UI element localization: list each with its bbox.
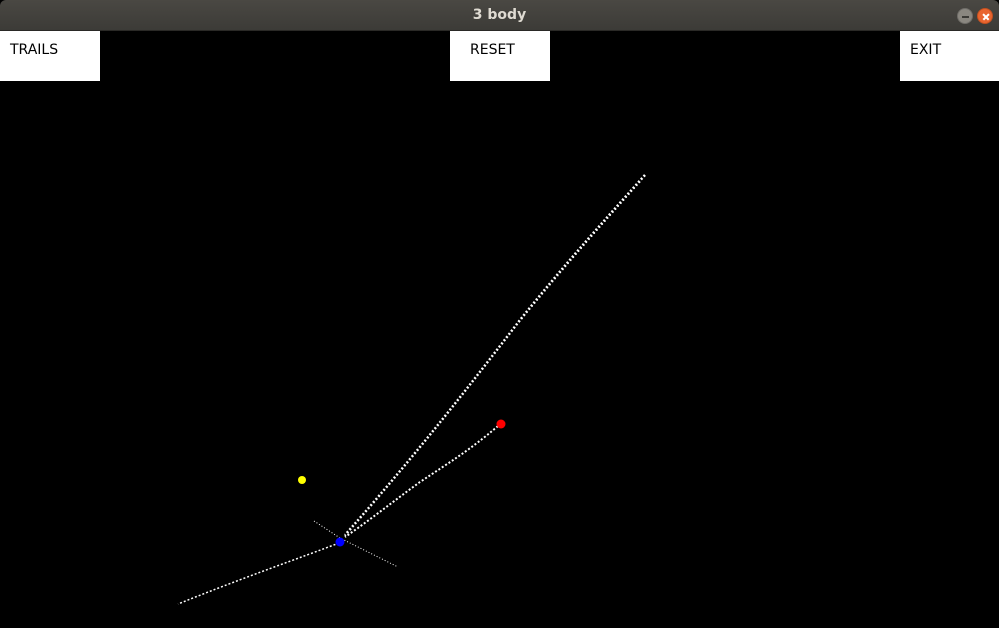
trail-long-inner [342, 181, 641, 539]
trail-red [344, 425, 499, 538]
trails-button[interactable]: TRAILS [0, 31, 100, 81]
reset-button[interactable]: RESET [450, 31, 550, 81]
body-yellow [298, 476, 306, 484]
body-blue [335, 537, 345, 547]
simulation-drawing [177, 174, 646, 605]
exit-button[interactable]: EXIT [900, 31, 999, 81]
trail-lower [177, 542, 340, 605]
body-red [496, 419, 506, 429]
trail-cross [313, 520, 399, 568]
app-window: 3 body TRAILS RESET EXIT [0, 0, 999, 628]
trail-long [344, 174, 646, 536]
